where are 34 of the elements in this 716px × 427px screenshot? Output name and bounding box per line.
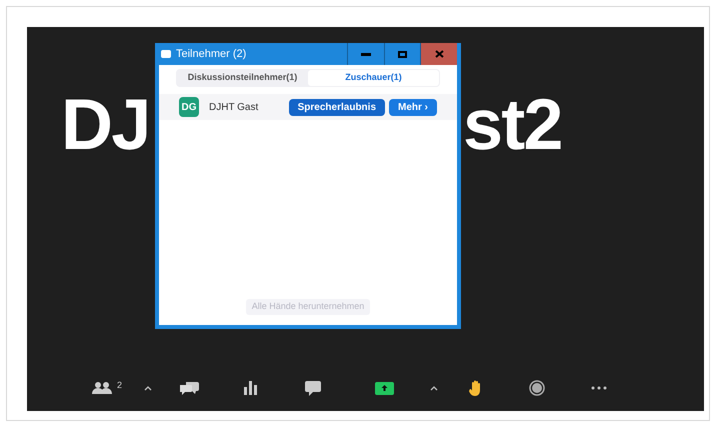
more-button[interactable] <box>591 386 607 390</box>
allow-to-talk-button[interactable]: Sprecherlaubnis <box>288 98 385 116</box>
tab[interactable]: Diskussionsteilnehmer(1) <box>177 70 308 86</box>
caret-icon <box>430 386 438 390</box>
close-button[interactable] <box>420 43 457 65</box>
speech-bubble-icon <box>305 380 321 396</box>
share-screen-icon <box>374 382 394 394</box>
bar-chart-icon <box>244 381 258 395</box>
polls-button[interactable] <box>244 381 258 395</box>
raise-hand-button[interactable] <box>468 380 482 396</box>
hand-icon <box>468 380 482 396</box>
caret-icon <box>144 386 152 390</box>
share-screen-button[interactable] <box>374 382 394 394</box>
more-icon <box>591 386 607 390</box>
menu-caret-button[interactable] <box>430 386 438 390</box>
chat-button[interactable] <box>305 380 321 396</box>
qa-button[interactable] <box>179 380 199 396</box>
more-button[interactable]: Mehr › <box>389 98 437 116</box>
participant-name-text: DJ <box>61 89 150 161</box>
window-title: Teilnehmer (2) <box>176 46 248 62</box>
participant-row[interactable]: DG DJHT Gast Sprecherlaubnis Mehr › <box>159 94 457 120</box>
avatar: DG <box>179 97 199 117</box>
camera-icon <box>161 50 171 58</box>
participant-count-label: 2 <box>116 381 122 390</box>
participant-name-text: st2 <box>463 89 562 161</box>
speech-bubbles-icon <box>179 380 199 396</box>
close-icon <box>434 50 444 58</box>
record-button[interactable] <box>529 380 545 396</box>
tab[interactable]: Zuschauer(1) <box>308 70 439 86</box>
people-icon <box>92 381 114 395</box>
menu-caret-button[interactable] <box>144 386 152 390</box>
record-icon <box>529 380 545 396</box>
participant-name: DJHT Gast <box>209 100 260 114</box>
participants-button[interactable]: 2 <box>92 381 122 395</box>
